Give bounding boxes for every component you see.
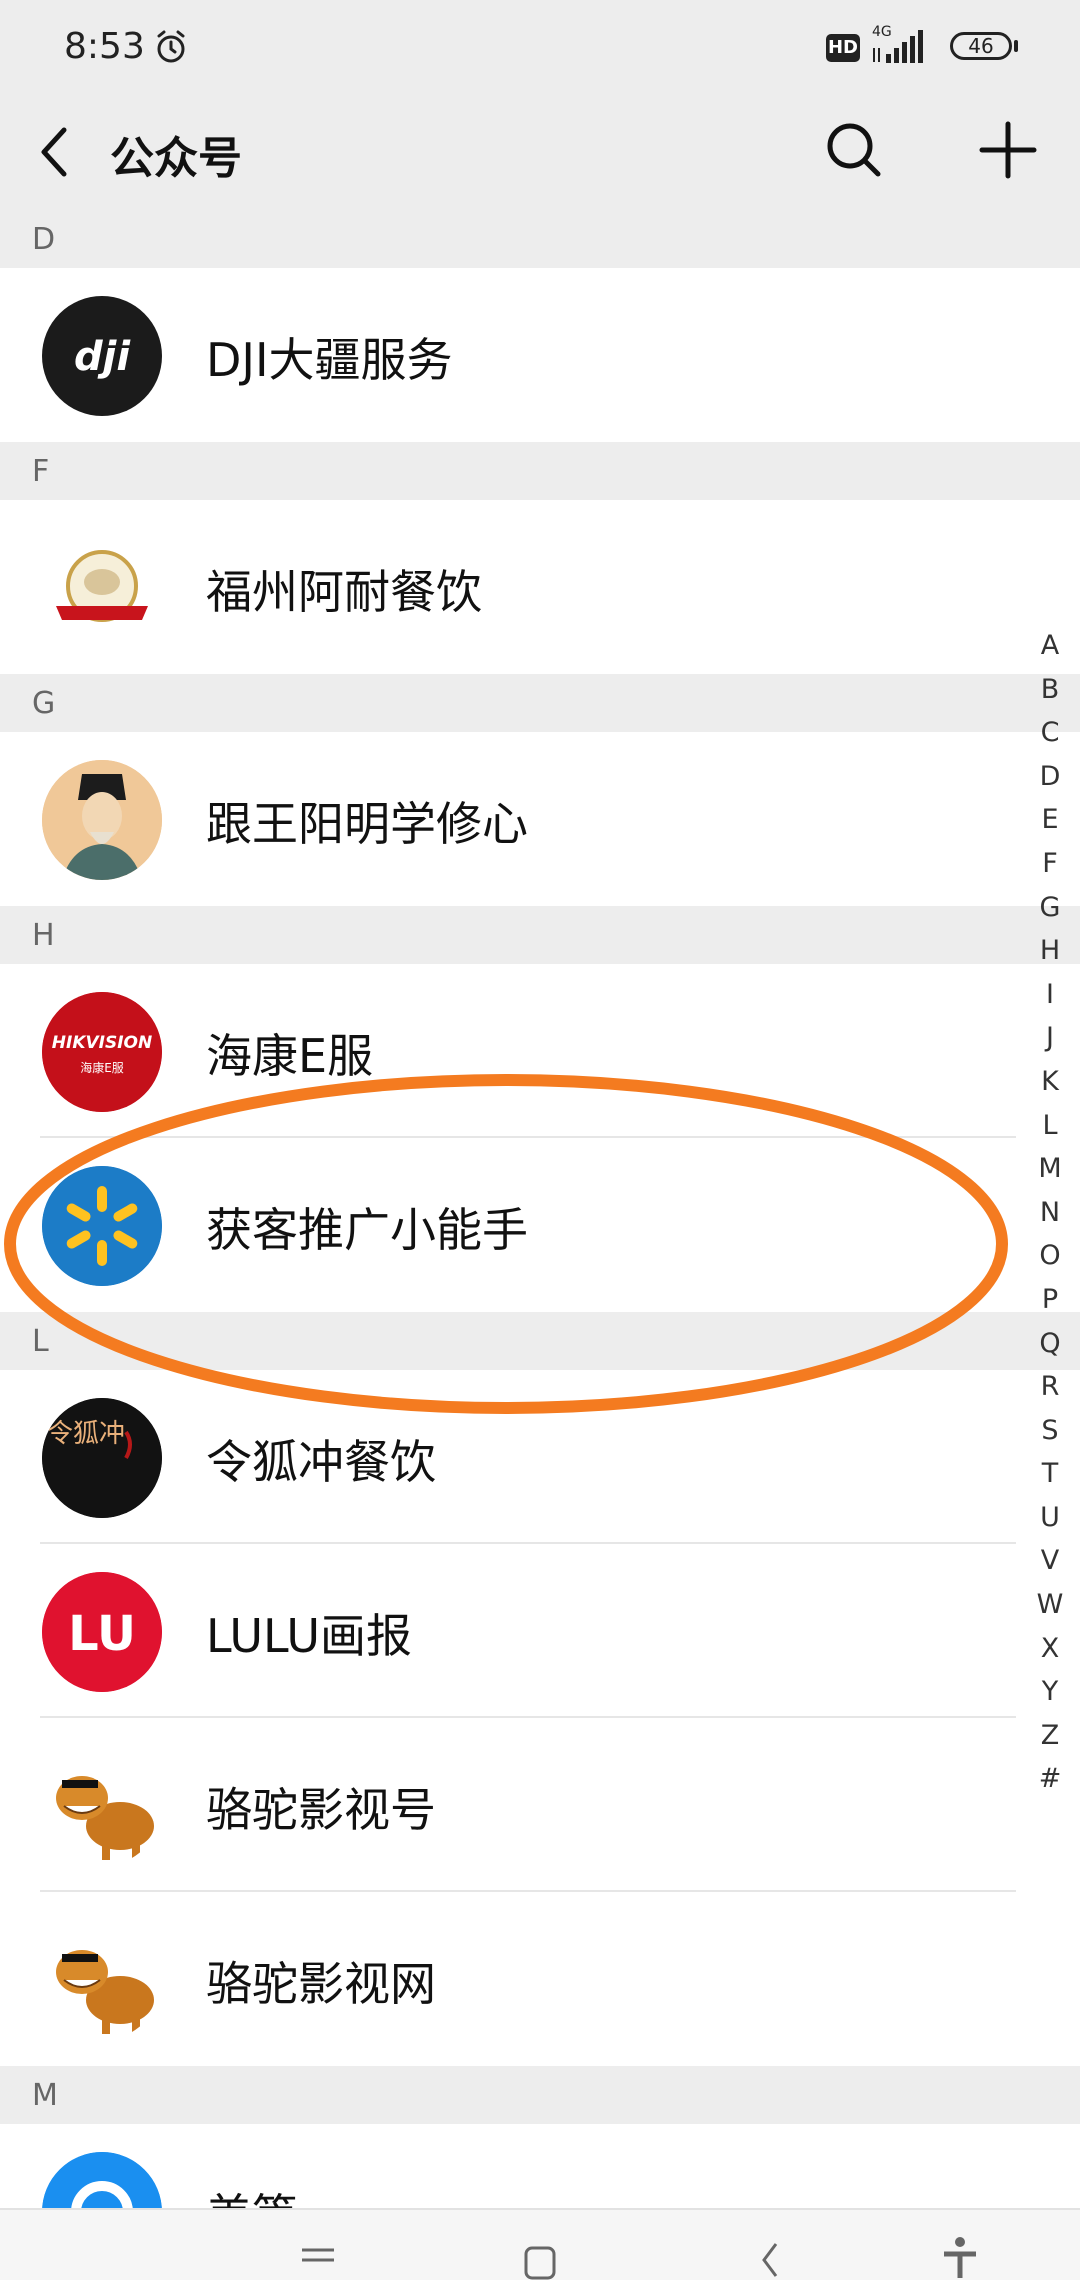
account-row-spark[interactable]: 获客推广小能手 [0,1138,1080,1312]
search-icon[interactable] [822,118,886,182]
index-letter[interactable]: G [1032,886,1068,930]
section-letter: L [32,1324,49,1359]
account-row-linghuchong[interactable]: 令狐冲 令狐冲餐饮 [0,1370,1080,1544]
page-title: 公众号 [110,133,242,184]
alarm-clock-icon [157,30,185,63]
linghuchong-logo-avatar: 令狐冲 [42,1398,162,1518]
index-letter[interactable]: I [1032,973,1068,1017]
wechat-official-accounts-screen: 8:53 HD 4G 46 公众号 D dji DJI大疆服务 F 福州阿耐餐饮… [0,0,1080,2280]
status-time: 8:53 [64,26,145,67]
alphabet-index[interactable]: A B C D E F G H I J K L M N O P Q R S T U V W X Y Z # [1032,624,1068,1801]
menu-icon[interactable] [288,2230,348,2280]
account-row-anai[interactable]: 福州阿耐餐饮 [0,500,1080,674]
section-letter: F [32,454,50,489]
accessibility-icon[interactable] [930,2230,990,2280]
back-icon[interactable] [740,2230,800,2280]
section-header-f: F [0,442,1080,500]
battery-tip [1014,40,1018,52]
index-letter[interactable]: F [1032,842,1068,886]
lulu-logo-text: LU [68,1606,136,1662]
account-name: 令狐冲餐饮 [206,1435,436,1489]
section-letter: H [32,918,55,953]
spark-logo-avatar [42,1166,162,1286]
account-name: 获客推广小能手 [206,1203,528,1257]
battery-indicator: 46 [950,32,1012,60]
section-letter: D [32,222,56,257]
linghuchong-logo-text: 令狐冲 [47,1419,125,1449]
account-row-lulu[interactable]: LU LULU画报 [0,1544,1080,1718]
account-row-dji[interactable]: dji DJI大疆服务 [0,268,1080,442]
index-letter[interactable]: H [1032,929,1068,973]
account-row-camel-net[interactable]: 骆驼影视网 [0,1892,1080,2066]
section-letter: G [32,686,56,721]
anai-logo-avatar [42,528,162,648]
index-letter[interactable]: P [1032,1278,1068,1322]
account-name: LULU画报 [206,1609,413,1663]
plus-icon[interactable] [976,118,1040,182]
index-letter[interactable]: U [1032,1496,1068,1540]
index-letter[interactable]: # [1032,1757,1068,1801]
index-letter[interactable]: D [1032,755,1068,799]
section-header-g: G [0,674,1080,732]
section-header-h: H [0,906,1080,964]
index-letter[interactable]: B [1032,668,1068,712]
index-letter[interactable]: A [1032,624,1068,668]
account-row-camel-video[interactable]: 骆驼影视号 [0,1718,1080,1892]
svg-text:dji: dji [74,334,131,380]
hikvision-wordmark: HIKVISION [52,1033,152,1053]
index-letter[interactable]: O [1032,1234,1068,1278]
signal-icon: 4G [870,24,930,66]
hikvision-subtext: 海康E服 [80,1060,124,1075]
index-letter[interactable]: V [1032,1539,1068,1583]
lulu-logo-avatar: LU [42,1572,162,1692]
home-icon[interactable] [510,2230,570,2280]
index-letter[interactable]: C [1032,711,1068,755]
index-letter[interactable]: W [1032,1583,1068,1627]
account-name: 海康E服 [206,1029,374,1083]
index-letter[interactable]: R [1032,1365,1068,1409]
account-name: DJI大疆服务 [206,333,453,387]
portrait-avatar [42,760,162,880]
account-row-wangyangming[interactable]: 跟王阳明学修心 [0,732,1080,906]
section-header-l: L [0,1312,1080,1370]
account-name: 骆驼影视网 [206,1957,436,2011]
index-letter[interactable]: J [1032,1016,1068,1060]
camel-cartoon-avatar [42,1746,162,1866]
index-letter[interactable]: L [1032,1104,1068,1148]
chevron-left-icon[interactable] [30,116,78,188]
index-letter[interactable]: M [1032,1147,1068,1191]
system-nav-bar [0,2208,1080,2280]
index-letter[interactable]: K [1032,1060,1068,1104]
account-name: 骆驼影视号 [206,1783,436,1837]
camel-cartoon-avatar [42,1920,162,2040]
account-row-hikvision[interactable]: HIKVISION 海康E服 海康E服 [0,964,1080,1138]
index-letter[interactable]: S [1032,1409,1068,1453]
title-bar: 公众号 [0,100,1080,210]
hd-badge: HD [826,34,860,62]
index-letter[interactable]: X [1032,1627,1068,1671]
account-name: 跟王阳明学修心 [206,797,528,851]
dji-logo-avatar: dji [42,296,162,416]
index-letter[interactable]: N [1032,1191,1068,1235]
hikvision-logo-avatar: HIKVISION 海康E服 [42,992,162,1112]
account-name: 福州阿耐餐饮 [206,565,482,619]
status-bar: 8:53 HD 4G 46 [0,0,1080,100]
section-letter: M [32,2078,58,2113]
index-letter[interactable]: E [1032,798,1068,842]
index-letter[interactable]: T [1032,1452,1068,1496]
section-header-m: M [0,2066,1080,2124]
index-letter[interactable]: Y [1032,1670,1068,1714]
section-header-d: D [0,210,1080,268]
index-letter[interactable]: Q [1032,1322,1068,1366]
index-letter[interactable]: Z [1032,1714,1068,1758]
